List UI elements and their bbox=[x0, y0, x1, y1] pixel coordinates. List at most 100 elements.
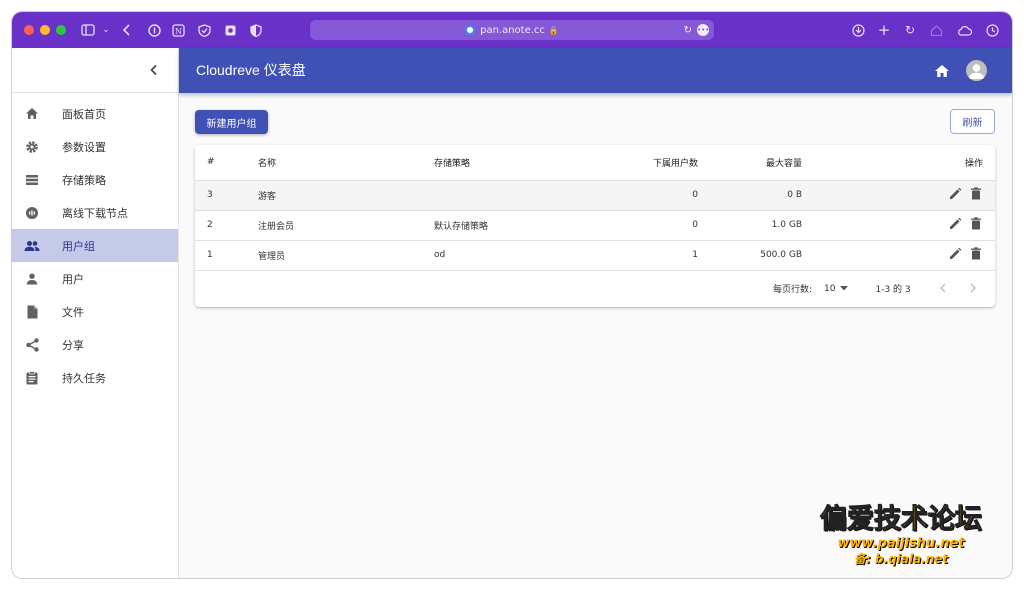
browser-window: ⌄ N pan.anote.cc 🔒 ↻ ••• + ↻ 面板首页 参数设置 存… bbox=[12, 12, 1012, 578]
password-manager-icon[interactable] bbox=[146, 22, 162, 38]
refresh-button[interactable]: 刷新 bbox=[950, 109, 995, 134]
column-header-actions: 操作 bbox=[802, 145, 995, 181]
rows-per-page-value: 10 bbox=[824, 283, 836, 294]
chevron-left-icon bbox=[939, 283, 946, 292]
delete-icon[interactable] bbox=[970, 187, 983, 200]
sidebar-item-shares[interactable]: 分享 bbox=[12, 328, 178, 361]
task-icon bbox=[24, 370, 40, 386]
url-text: pan.anote.cc bbox=[480, 24, 545, 36]
watermark: 偏爱技术论坛 www.paijishu.net 备: b.qiala.net bbox=[796, 504, 1006, 574]
minimize-window-button[interactable] bbox=[40, 25, 50, 35]
sidebar-item-label: 用户 bbox=[62, 272, 84, 286]
sidebar-toggle-icon[interactable] bbox=[80, 22, 96, 38]
sidebar-item-tasks[interactable]: 持久任务 bbox=[12, 361, 178, 394]
delete-icon[interactable] bbox=[970, 247, 983, 260]
sidebar-item-users[interactable]: 用户 bbox=[12, 262, 178, 295]
cell-capacity: 500.0 GB bbox=[698, 240, 802, 271]
people-icon bbox=[24, 238, 40, 254]
cell-name: 注册会员 bbox=[258, 210, 434, 241]
maximize-window-button[interactable] bbox=[56, 25, 66, 35]
sidebar: 面板首页 参数设置 存储策略 离线下载节点 用户组 用户 文件 分享 持久任务 bbox=[12, 48, 179, 578]
sidebar-nav: 面板首页 参数设置 存储策略 离线下载节点 用户组 用户 文件 分享 持久任务 bbox=[12, 93, 178, 394]
sidebar-item-label: 文件 bbox=[62, 305, 84, 319]
home-page-icon[interactable] bbox=[928, 22, 944, 38]
close-window-button[interactable] bbox=[24, 25, 34, 35]
cell-policy: od bbox=[434, 240, 584, 271]
new-tab-icon[interactable]: + bbox=[876, 21, 892, 39]
back-icon[interactable] bbox=[119, 22, 135, 38]
column-header-policy[interactable]: 存储策略 bbox=[434, 145, 584, 181]
downloads-icon[interactable] bbox=[850, 22, 866, 38]
lock-icon: 🔒 bbox=[548, 25, 559, 35]
person-icon bbox=[24, 271, 40, 287]
site-icon bbox=[465, 25, 476, 35]
shield-check-icon[interactable] bbox=[196, 22, 212, 38]
file-icon bbox=[24, 304, 40, 320]
sidebar-item-storage-policy[interactable]: 存储策略 bbox=[12, 163, 178, 196]
storage-icon bbox=[24, 172, 40, 188]
sidebar-item-label: 离线下载节点 bbox=[62, 206, 128, 220]
cell-policy: 默认存储策略 bbox=[434, 210, 584, 241]
extension-icon[interactable] bbox=[222, 22, 238, 38]
cloud-icon[interactable] bbox=[956, 22, 972, 38]
sidebar-item-label: 分享 bbox=[62, 338, 84, 352]
cell-id: 2 bbox=[195, 210, 258, 241]
cell-capacity: 1.0 GB bbox=[698, 210, 802, 241]
reload-icon[interactable]: ↻ bbox=[684, 25, 692, 36]
rows-per-page-select[interactable]: 10 bbox=[824, 283, 848, 294]
watermark-title: 偏爱技术论坛 bbox=[820, 504, 983, 536]
edit-icon[interactable] bbox=[949, 217, 962, 230]
cell-id: 3 bbox=[195, 180, 258, 211]
caret-down-icon bbox=[839, 284, 848, 294]
table-row[interactable]: 1 管理员 od 1 500.0 GB bbox=[195, 240, 995, 271]
table-row[interactable]: 2 注册会员 默认存储策略 0 1.0 GB bbox=[195, 210, 995, 241]
home-icon bbox=[24, 106, 40, 122]
sidebar-item-files[interactable]: 文件 bbox=[12, 295, 178, 328]
watermark-url: www.paijishu.net bbox=[837, 536, 965, 551]
chevron-right-icon bbox=[970, 283, 976, 292]
cell-users: 0 bbox=[584, 180, 698, 211]
sidebar-item-home[interactable]: 面板首页 bbox=[12, 97, 178, 130]
delete-icon[interactable] bbox=[970, 217, 983, 230]
sidebar-item-user-groups[interactable]: 用户组 bbox=[12, 229, 178, 262]
home-button[interactable] bbox=[934, 63, 950, 79]
previous-page-button[interactable] bbox=[939, 282, 947, 296]
sidebar-item-download-nodes[interactable]: 离线下载节点 bbox=[12, 196, 178, 229]
column-header-users[interactable]: 下属用户数 bbox=[584, 145, 698, 181]
share-icon bbox=[24, 337, 40, 353]
notion-icon[interactable]: N bbox=[170, 22, 186, 38]
browser-toolbar: ⌄ N pan.anote.cc 🔒 ↻ ••• + ↻ bbox=[12, 12, 1012, 48]
gear-icon bbox=[24, 139, 40, 155]
sidebar-item-settings[interactable]: 参数设置 bbox=[12, 130, 178, 163]
watermark-backup-url: 备: b.qiala.net bbox=[853, 552, 949, 566]
column-header-id[interactable]: # bbox=[195, 145, 258, 181]
privacy-shield-icon[interactable] bbox=[248, 22, 264, 38]
new-user-group-button[interactable]: 新建用户组 bbox=[195, 110, 268, 134]
edit-icon[interactable] bbox=[949, 187, 962, 200]
cell-capacity: 0 B bbox=[698, 180, 802, 211]
avatar[interactable] bbox=[966, 60, 987, 81]
column-header-capacity[interactable]: 最大容量 bbox=[698, 145, 802, 181]
user-group-table-card: # 名称 存储策略 下属用户数 最大容量 操作 3 游客 0 0 B 2 注册会… bbox=[195, 145, 995, 307]
chevron-left-icon[interactable] bbox=[146, 62, 162, 78]
sidebar-item-label: 参数设置 bbox=[62, 140, 106, 154]
table-row[interactable]: 3 游客 0 0 B bbox=[195, 180, 995, 211]
sync-icon[interactable]: ↻ bbox=[902, 22, 918, 38]
edit-icon[interactable] bbox=[949, 247, 962, 260]
user-group-table: # 名称 存储策略 下属用户数 最大容量 操作 3 游客 0 0 B 2 注册会… bbox=[195, 145, 995, 271]
sidebar-item-label: 存储策略 bbox=[62, 173, 106, 187]
chevron-down-icon[interactable]: ⌄ bbox=[98, 22, 114, 38]
svg-text:N: N bbox=[175, 27, 182, 36]
sidebar-item-label: 面板首页 bbox=[62, 107, 106, 121]
address-bar[interactable]: pan.anote.cc 🔒 ↻ ••• bbox=[310, 20, 714, 40]
cell-policy bbox=[434, 180, 584, 211]
next-page-button[interactable] bbox=[969, 282, 977, 296]
column-header-name[interactable]: 名称 bbox=[258, 145, 434, 181]
cell-actions bbox=[802, 210, 995, 241]
cell-users: 1 bbox=[584, 240, 698, 271]
more-icon[interactable]: ••• bbox=[697, 24, 709, 36]
sidebar-item-label: 用户组 bbox=[62, 239, 95, 253]
window-controls bbox=[24, 25, 66, 35]
history-icon[interactable] bbox=[984, 22, 1000, 38]
sidebar-item-label: 持久任务 bbox=[62, 371, 106, 385]
